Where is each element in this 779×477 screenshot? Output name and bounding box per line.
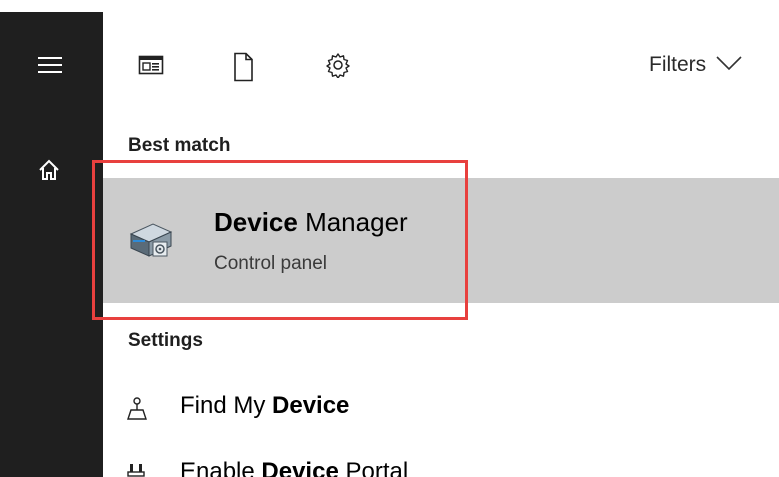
chevron-down-icon (716, 53, 742, 77)
device-portal-icon (125, 462, 149, 477)
document-icon[interactable] (230, 52, 256, 82)
sidebar (0, 12, 103, 477)
home-icon[interactable] (38, 159, 60, 181)
hamburger-menu-icon[interactable] (38, 56, 62, 74)
best-match-heading: Best match (128, 135, 231, 156)
device-manager-result[interactable]: Device Manager Control panel (103, 178, 779, 303)
result-label: Find My Device (180, 392, 350, 419)
filters-button[interactable]: Filters (649, 52, 742, 78)
filters-label: Filters (649, 53, 707, 76)
find-device-icon (125, 396, 149, 420)
result-subtitle: Control panel (214, 253, 328, 274)
find-my-device-result[interactable]: Find My Device (103, 384, 779, 432)
enable-device-portal-result[interactable]: Enable Device Portal (103, 450, 779, 477)
search-results-panel: Filters Best match Device Manager Contro… (103, 12, 779, 477)
app-window-icon[interactable] (138, 52, 164, 78)
device-manager-icon (129, 218, 173, 262)
result-title: Device Manager (214, 207, 408, 237)
search-window: Filters Best match Device Manager Contro… (0, 0, 779, 477)
settings-heading: Settings (128, 330, 203, 351)
result-label: Enable Device Portal (180, 458, 409, 477)
settings-gear-icon[interactable] (325, 52, 351, 79)
